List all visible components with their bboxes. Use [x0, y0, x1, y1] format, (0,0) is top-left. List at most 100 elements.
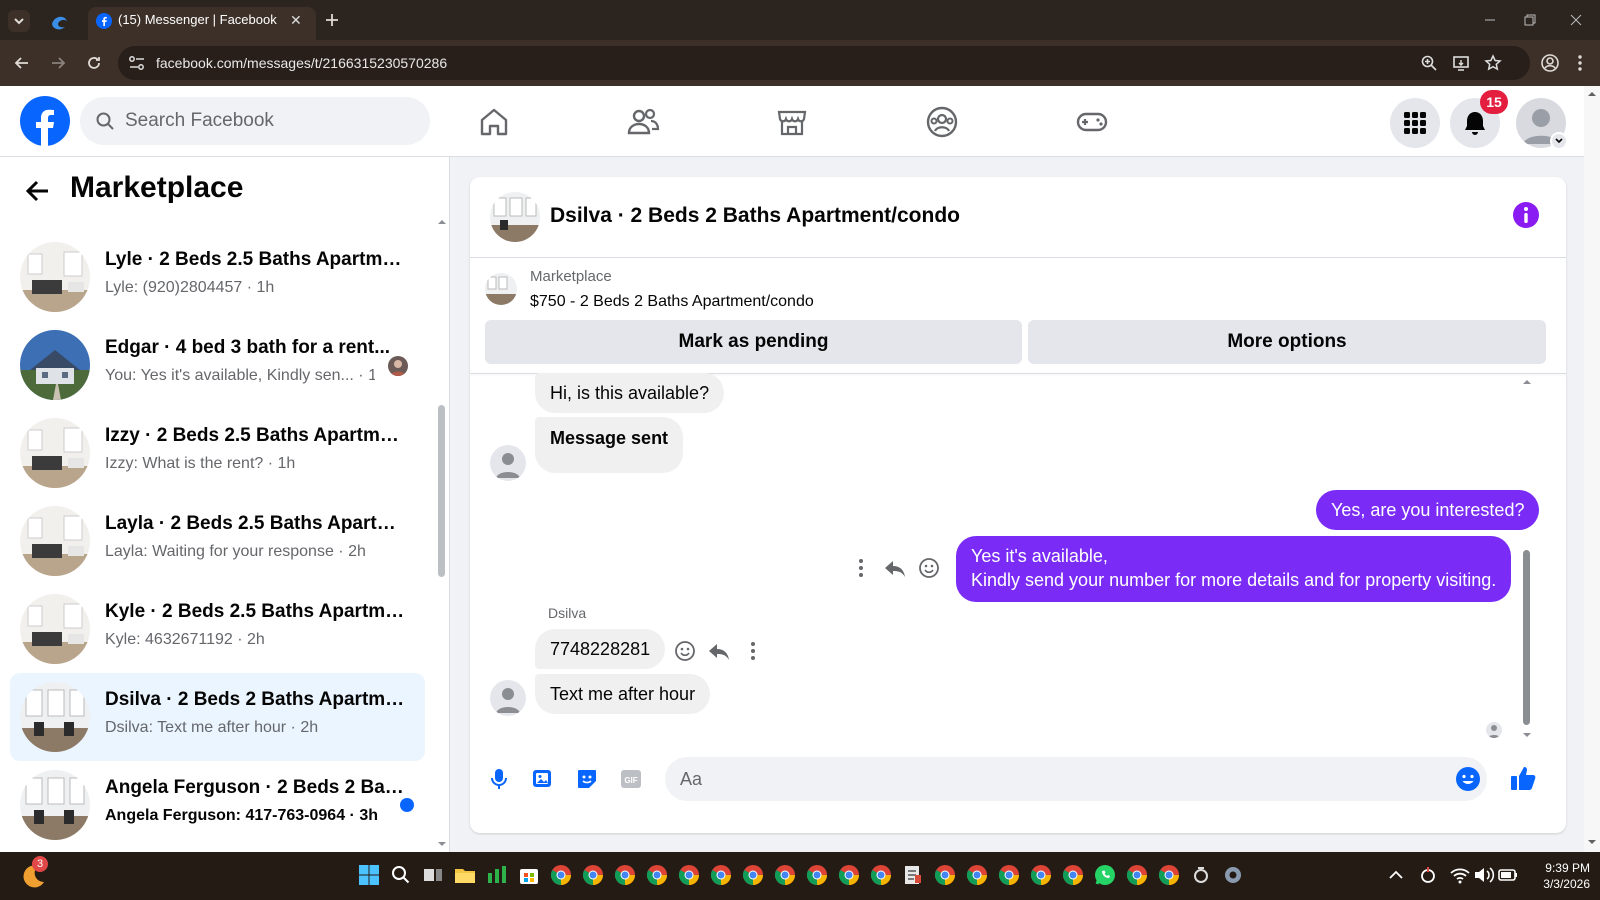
search-input[interactable]: Search Facebook [80, 97, 430, 145]
chrome-icon[interactable] [869, 863, 893, 887]
chat-listing-avatar[interactable] [490, 192, 540, 242]
menu-button[interactable] [1390, 98, 1440, 148]
sticker-icon[interactable] [575, 767, 599, 791]
gif-icon[interactable]: GIF [619, 767, 643, 791]
close-tab-icon[interactable]: ✕ [290, 7, 302, 33]
message-bubble-incoming[interactable]: Text me after hour [535, 674, 711, 714]
marketplace-icon[interactable] [774, 104, 810, 140]
stock-app-icon[interactable] [485, 863, 509, 887]
conversation-item-lyle[interactable]: Lyle · 2 Beds 2.5 Baths Apartmen... Lyle… [10, 233, 425, 321]
minimize-button[interactable] [1480, 10, 1500, 30]
scroll-down-icon[interactable] [437, 839, 447, 849]
message-bubble-outgoing[interactable]: Yes it's available, Kindly send your num… [956, 536, 1512, 602]
scroll-up-icon[interactable] [1522, 377, 1532, 387]
message-bubble-incoming[interactable]: 7748228281 [535, 629, 666, 669]
back-arrow-icon[interactable] [24, 177, 52, 205]
more-vertical-icon[interactable] [849, 556, 873, 580]
battery-icon[interactable] [1496, 863, 1520, 887]
new-tab-button[interactable] [322, 10, 342, 30]
reply-icon[interactable] [883, 556, 907, 580]
chrome-icon[interactable] [549, 863, 573, 887]
notepad-icon[interactable] [901, 863, 925, 887]
conversation-item-dsilva[interactable]: Dsilva · 2 Beds 2 Baths Apartmen... Dsil… [10, 673, 425, 761]
chat-title[interactable]: Dsilva · 2 Beds 2 Baths Apartment/condo [550, 204, 960, 228]
chrome-icon[interactable] [773, 863, 797, 887]
sender-avatar[interactable] [490, 445, 526, 481]
reply-icon[interactable] [707, 639, 731, 663]
reload-button[interactable] [84, 53, 104, 73]
tab-search-button[interactable] [8, 10, 30, 32]
chrome-icon[interactable] [1029, 863, 1053, 887]
photo-icon[interactable] [531, 767, 555, 791]
chrome-icon[interactable] [645, 863, 669, 887]
message-bubble-incoming[interactable]: Hi, is this available? [535, 373, 725, 413]
wifi-icon[interactable] [1448, 863, 1472, 887]
thumbs-up-icon[interactable] [1509, 764, 1537, 792]
active-tab[interactable]: (15) Messenger | Facebook ✕ [88, 7, 316, 40]
chrome-icon[interactable] [965, 863, 989, 887]
messages-scrollbar-thumb[interactable] [1523, 550, 1530, 725]
conversation-item-angela[interactable]: Angela Ferguson · 2 Beds 2 Bat... Angela… [10, 761, 425, 849]
gaming-icon[interactable] [1074, 104, 1110, 140]
chrome-icon[interactable] [613, 863, 637, 887]
store-icon[interactable] [517, 863, 541, 887]
microphone-icon[interactable] [487, 767, 511, 791]
react-emoji-icon[interactable] [917, 556, 941, 580]
forward-button[interactable] [48, 53, 68, 73]
scroll-down-icon[interactable] [1522, 730, 1532, 740]
security-tray-icon[interactable] [1416, 863, 1440, 887]
weather-widget[interactable]: 3 [20, 856, 48, 890]
conversation-item-layla[interactable]: Layla · 2 Beds 2.5 Baths Apartme... Layl… [10, 497, 425, 585]
edge-sidebar-button[interactable] [48, 10, 70, 32]
chrome-icon[interactable] [997, 863, 1021, 887]
chrome-icon[interactable] [1125, 863, 1149, 887]
account-dropdown[interactable] [1550, 132, 1568, 150]
emoji-picker-icon[interactable] [1455, 766, 1481, 792]
whatsapp-icon[interactable] [1093, 863, 1117, 887]
friends-icon[interactable] [625, 104, 661, 140]
app-icon[interactable] [1189, 863, 1213, 887]
chrome-icon[interactable] [933, 863, 957, 887]
file-explorer-icon[interactable] [453, 863, 477, 887]
tray-chevron-up-icon[interactable] [1384, 863, 1408, 887]
back-button[interactable] [12, 53, 32, 73]
chrome-icon[interactable] [581, 863, 605, 887]
task-view-icon[interactable] [421, 863, 445, 887]
windows-start-icon[interactable] [357, 863, 381, 887]
chrome-icon[interactable] [1157, 863, 1181, 887]
conversation-item-izzy[interactable]: Izzy · 2 Beds 2.5 Baths Apartmen... Izzy… [10, 409, 425, 497]
clock[interactable]: 9:39 PM 3/3/2026 [1520, 860, 1590, 892]
message-bubble-outgoing[interactable]: Yes, are you interested? [1316, 490, 1540, 530]
close-window-button[interactable] [1566, 10, 1586, 30]
listing-title[interactable]: $750 - 2 Beds 2 Baths Apartment/condo [530, 293, 814, 311]
info-icon[interactable] [1512, 201, 1540, 229]
url-field[interactable]: facebook.com/messages/t/2166315230570286 [118, 46, 1530, 80]
message-bubble-incoming[interactable]: Message sent [535, 417, 684, 473]
chrome-icon[interactable] [741, 863, 765, 887]
install-app-icon[interactable] [1452, 54, 1470, 72]
more-vertical-icon[interactable] [741, 639, 765, 663]
settings-gear-icon[interactable] [1221, 863, 1245, 887]
profile-button[interactable] [1540, 53, 1560, 73]
chrome-icon[interactable] [677, 863, 701, 887]
conversation-item-edgar[interactable]: Edgar · 4 bed 3 bath for a rent... You: … [10, 321, 425, 409]
bookmark-star-icon[interactable] [1484, 54, 1502, 72]
groups-icon[interactable] [924, 104, 960, 140]
sidebar-scrollbar-thumb[interactable] [438, 405, 445, 577]
chrome-icon[interactable] [805, 863, 829, 887]
chrome-icon[interactable] [1061, 863, 1085, 887]
home-icon[interactable] [476, 104, 512, 140]
zoom-icon[interactable] [1420, 54, 1438, 72]
message-input[interactable]: Aa [665, 757, 1487, 801]
facebook-logo-icon[interactable] [20, 96, 70, 146]
restore-button[interactable] [1520, 10, 1540, 30]
search-icon[interactable] [389, 863, 413, 887]
more-options-button[interactable]: More options [1028, 320, 1546, 364]
page-scrollbar[interactable] [1584, 86, 1600, 852]
sender-avatar[interactable] [490, 680, 526, 716]
chrome-icon[interactable] [709, 863, 733, 887]
browser-menu-button[interactable] [1572, 53, 1588, 73]
scroll-up-icon[interactable] [437, 217, 447, 227]
conversation-item-kyle[interactable]: Kyle · 2 Beds 2.5 Baths Apartmen... Kyle… [10, 585, 425, 673]
mark-as-pending-button[interactable]: Mark as pending [485, 320, 1022, 364]
